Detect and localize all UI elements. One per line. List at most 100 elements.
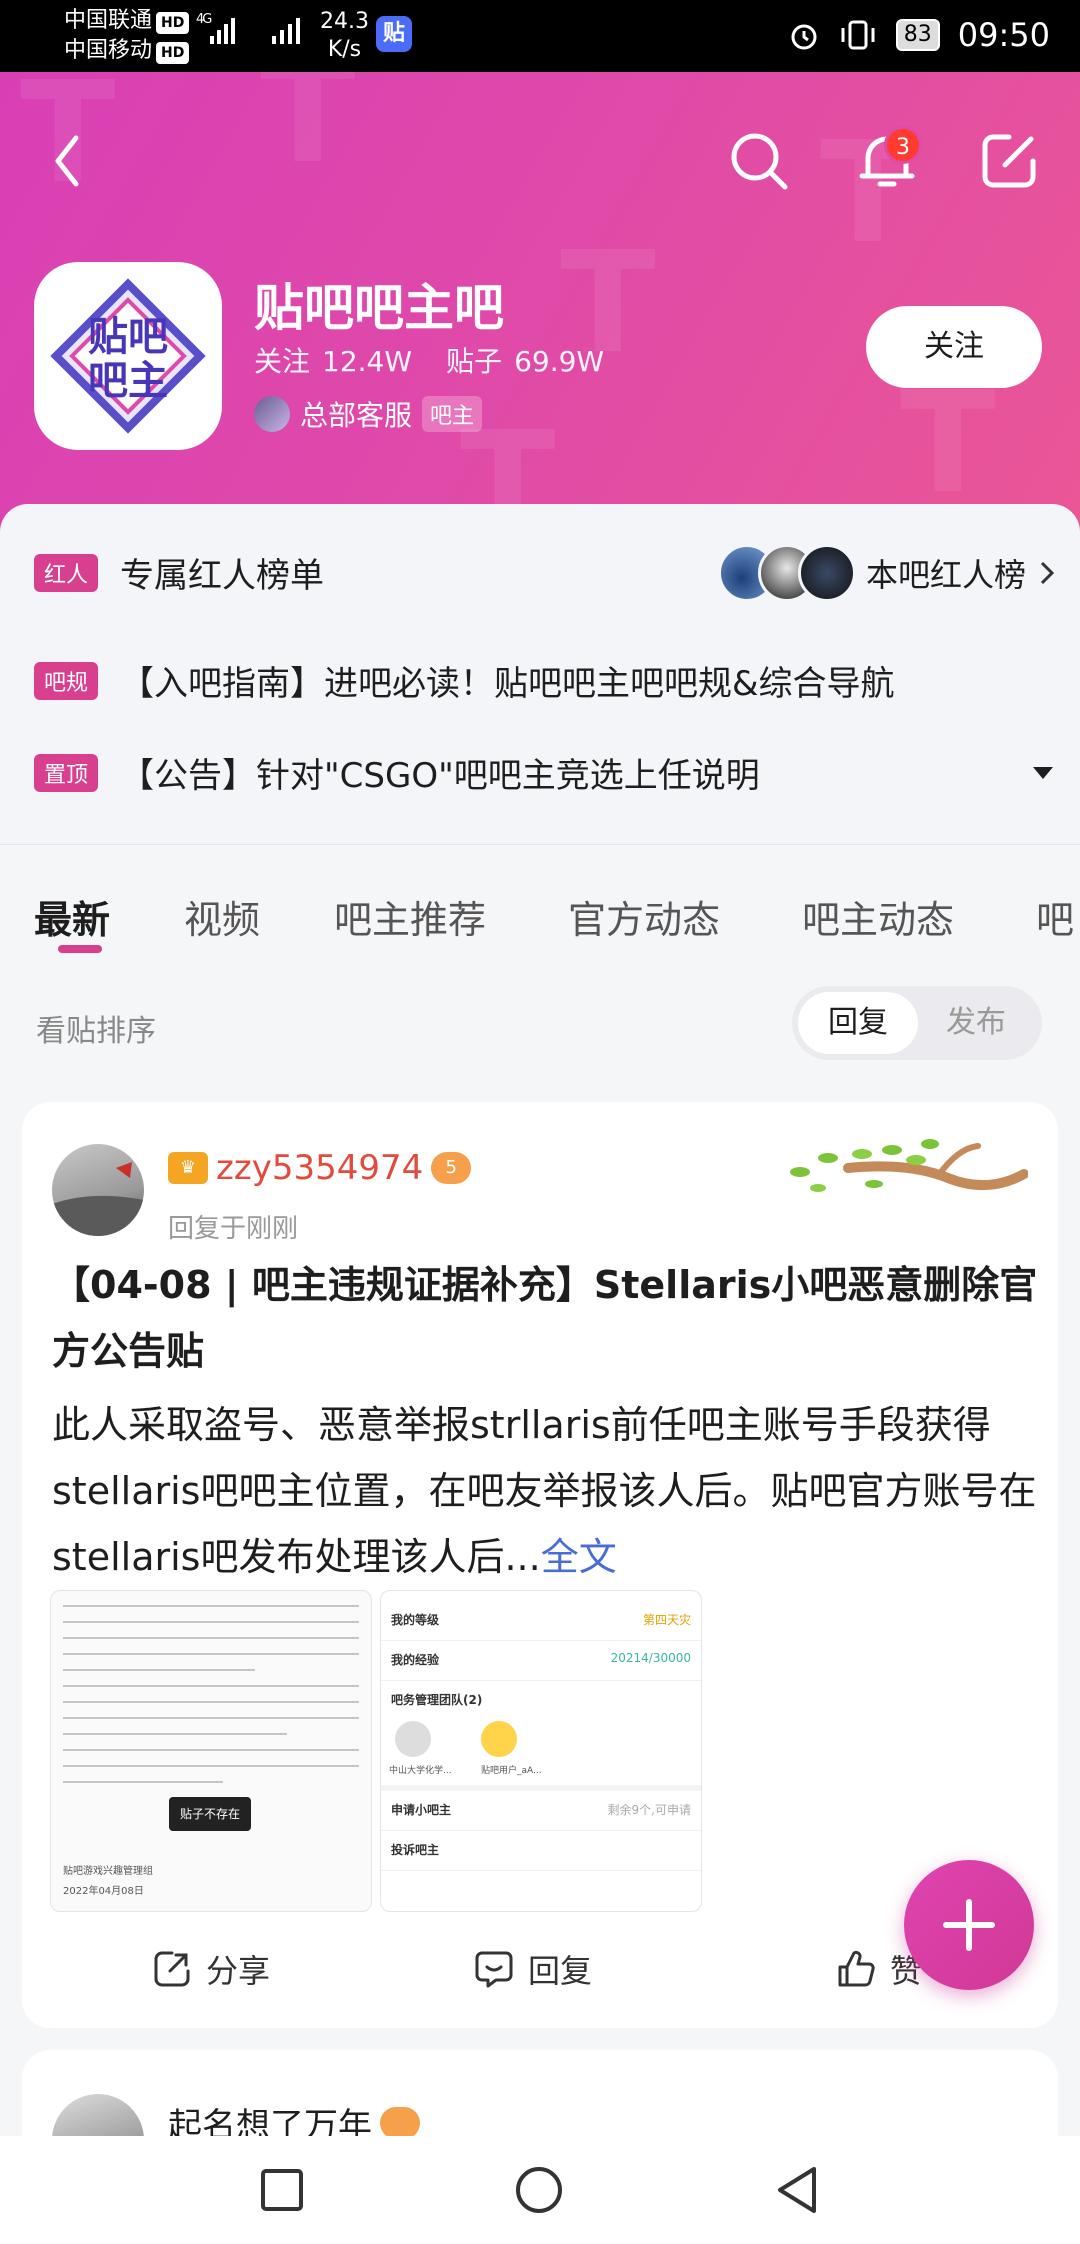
forum-stats: 关注 12.4W 贴子 69.9W	[254, 340, 616, 380]
post-body[interactable]: 此人采取盗号、恶意举报strllaris前任吧主账号手段获得stellaris吧…	[52, 1392, 1042, 1590]
admin-tag: 吧主	[422, 396, 483, 432]
follow-button[interactable]: 关注	[866, 306, 1042, 388]
hot-users-text: 专属红人榜单	[120, 556, 325, 596]
sort-by-reply[interactable]: 回复	[798, 992, 918, 1054]
bg-pattern: T	[260, 72, 356, 195]
avatar	[395, 1721, 431, 1757]
post-deleted-label: 贴子不存在	[169, 1797, 251, 1831]
exp-label: 我的经验	[391, 1653, 440, 1667]
tab-official-news[interactable]: 官方动态	[568, 889, 720, 944]
logo-text-2: 吧主	[88, 358, 168, 404]
post-actions: 分享 回复 赞	[22, 1932, 1058, 2012]
posts-label: 贴子	[446, 345, 503, 378]
carrier-info: 中国联通 HD 中国移动 HD	[64, 6, 190, 66]
reply-label: 回复	[528, 1952, 593, 1990]
reply-button[interactable]: 回复	[474, 1946, 592, 1992]
user-avatar[interactable]	[52, 1144, 144, 1236]
plus-icon	[943, 1899, 995, 1951]
back-nav-button[interactable]	[774, 2165, 820, 2215]
apply-label: 申请小吧主	[391, 1803, 452, 1817]
avatar	[797, 543, 856, 602]
exp-value: 20214/30000	[610, 1651, 691, 1665]
home-button[interactable]	[514, 2165, 564, 2215]
branch-decoration-icon	[790, 1139, 1028, 1192]
post-image-2[interactable]: 我的等级 第四天灾 我的经验 20214/30000 吧务管理团队(2) 中山大学化…	[380, 1590, 702, 1912]
rules-row[interactable]: 吧规 【入吧指南】进吧必读！贴吧吧主吧吧规&综合导航	[34, 656, 1054, 705]
tab-latest[interactable]: 最新	[34, 889, 110, 944]
tab-video[interactable]: 视频	[184, 889, 260, 944]
post-meta: 回复于刚刚	[168, 1214, 299, 1244]
hd-badge: HD	[156, 12, 190, 34]
back-arrow-icon	[55, 135, 79, 187]
notification-count-badge: 3	[884, 126, 922, 164]
system-nav-bar	[0, 2136, 1080, 2244]
tieba-app-icon: 贴	[376, 16, 412, 52]
admin-name: 总部客服	[300, 399, 413, 432]
logo-text-1: 贴吧	[88, 314, 168, 360]
tab-bar: 最新 视频 吧主推荐 官方动态 吧主动态 吧	[0, 844, 1080, 980]
new-post-button[interactable]	[904, 1860, 1034, 1990]
speed-unit: K/s	[327, 37, 362, 62]
pinned-row[interactable]: 置顶 【公告】针对"CSGO"吧吧主竞选上任说明	[34, 748, 1054, 797]
crown-icon: ♛	[168, 1152, 208, 1184]
battery-indicator: 83	[895, 19, 940, 51]
post-title[interactable]: 【04-08 | 吧主违规证据补充】Stellaris小吧恶意删除官方公告贴	[52, 1252, 1042, 1384]
recent-apps-button[interactable]	[260, 2168, 304, 2212]
sort-by-publish[interactable]: 发布	[916, 992, 1036, 1054]
level-value: 第四天灾	[642, 1613, 691, 1627]
rules-text: 【入吧指南】进吧必读！贴吧吧主吧吧规&综合导航	[120, 664, 895, 704]
carrier-2: 中国移动	[64, 38, 153, 63]
apply-value: 剩余9个,可申请	[607, 1803, 691, 1817]
notification-button[interactable]: 3	[852, 126, 922, 196]
signal-icon: 4G	[196, 12, 240, 52]
hot-ranking-label: 本吧红人榜	[865, 555, 1026, 594]
status-bar: 中国联通 HD 中国移动 HD 4G 24.3 K/s 贴 83 09:50	[0, 0, 1080, 72]
sort-toggle: 回复 发布	[792, 986, 1042, 1060]
tab-admin-news[interactable]: 吧主动态	[802, 889, 954, 944]
dropdown-arrow-icon[interactable]	[1032, 766, 1054, 780]
chevron-right-icon	[1040, 561, 1054, 584]
comment-icon	[475, 1951, 513, 1988]
username-text: zzy5354974	[216, 1148, 424, 1188]
complain-label: 投诉吧主	[391, 1843, 440, 1857]
sort-row: 看贴排序 回复 发布	[0, 980, 1080, 1080]
like-button[interactable]: 赞	[836, 1946, 922, 1992]
hot-ranking-link[interactable]: 本吧红人榜	[717, 543, 1054, 602]
network-type: 4G	[196, 12, 212, 27]
tab-more[interactable]: 吧	[1036, 889, 1074, 944]
search-button[interactable]	[724, 126, 794, 196]
hd-badge: HD	[156, 42, 190, 64]
posts-count: 69.9W	[514, 345, 605, 378]
doc-signature: 贴吧游戏兴趣管理组	[63, 1866, 153, 1877]
tag-hot: 红人	[34, 553, 99, 592]
share-label: 分享	[206, 1952, 271, 1990]
network-speed: 24.3 K/s	[320, 8, 369, 64]
share-button[interactable]: 分享	[152, 1946, 270, 1992]
thumbs-up-icon	[838, 1950, 875, 1987]
admin-row[interactable]: 总部客服 吧主	[254, 394, 483, 434]
compose-button[interactable]	[974, 126, 1044, 196]
avatar	[481, 1721, 517, 1757]
back-button[interactable]	[32, 126, 102, 196]
alarm-icon	[791, 24, 817, 50]
level-label: 我的等级	[391, 1613, 440, 1627]
status-right: 83 09:50	[788, 16, 1050, 54]
username[interactable]: ♛ zzy5354974 5	[168, 1148, 472, 1188]
forum-name: 贴吧吧主吧	[254, 279, 504, 337]
clock: 09:50	[957, 16, 1050, 54]
level-badge: 5	[431, 1152, 472, 1184]
sort-label: 看贴排序	[36, 1014, 156, 1049]
forum-logo: 贴吧 吧主	[34, 262, 222, 450]
post-image-1[interactable]: 贴子不存在 贴吧游戏兴趣管理组 2022年04月08日	[50, 1590, 372, 1912]
member-2: 贴吧用户_aA...	[481, 1766, 542, 1776]
read-more-link[interactable]: 全文	[541, 1535, 617, 1579]
post-card[interactable]: ♛ zzy5354974 5 回复于刚刚 【04-08 | 吧主违规证据补充】S…	[22, 1102, 1058, 2028]
info-panel: 红人 专属红人榜单 本吧红人榜 吧规 【入吧指南】进吧必读！贴吧吧主吧吧规&综合…	[0, 504, 1080, 844]
doc-date: 2022年04月08日	[63, 1886, 144, 1897]
signal-icon-2	[270, 18, 306, 52]
pinned-text: 【公告】针对"CSGO"吧吧主竞选上任说明	[120, 756, 760, 796]
follow-label: 关注	[254, 345, 311, 378]
edit-icon	[982, 134, 1036, 188]
tab-admin-recommend[interactable]: 吧主推荐	[334, 889, 486, 944]
hot-users-row[interactable]: 红人 专属红人榜单 本吧红人榜	[34, 543, 1054, 602]
